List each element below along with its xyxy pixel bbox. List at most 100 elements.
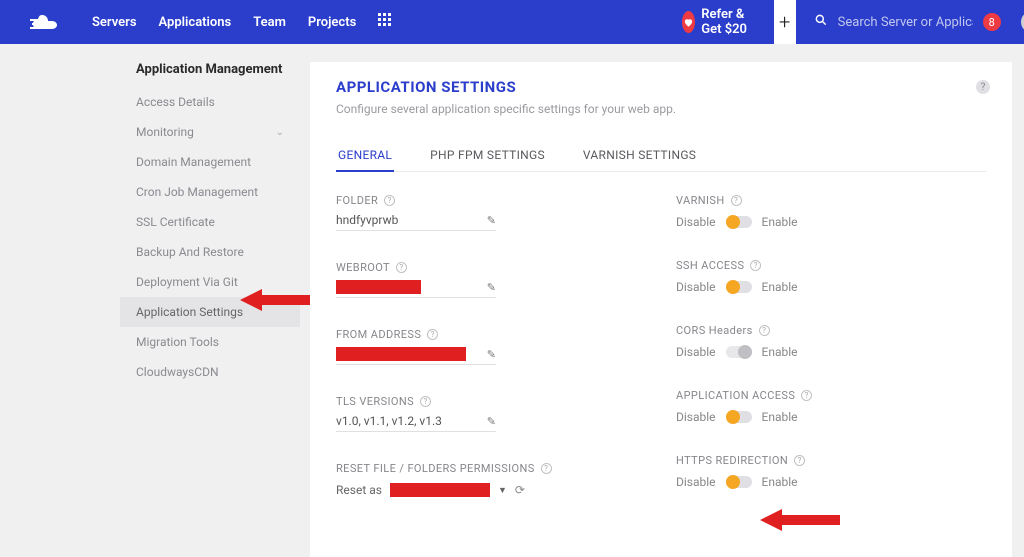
info-icon[interactable]: ? [750,260,761,271]
notifications-badge[interactable]: 8 [983,13,1001,31]
tab-varnish[interactable]: VARNISH SETTINGS [581,140,698,171]
info-icon[interactable]: ? [396,262,407,273]
annotation-arrow [240,287,310,313]
sidebar-item-label: Domain Management [136,155,251,169]
sidebar-item-label: Backup And Restore [136,245,244,259]
field-from-address: FROM ADDRESS? ✎ [336,328,636,365]
top-nav: Servers Applications Team Projects [92,15,356,30]
field-label: RESET FILE / FOLDERS PERMISSIONS [336,462,535,475]
tab-general[interactable]: GENERAL [336,140,394,172]
enable-label: Enable [762,215,798,229]
info-icon[interactable]: ? [384,195,395,206]
search-input[interactable] [838,15,973,30]
field-label: SSH ACCESS [676,259,744,272]
info-icon[interactable]: ? [801,390,812,401]
page-title: APPLICATION SETTINGS [336,78,986,96]
info-icon[interactable]: ? [794,455,805,466]
sidebar-item-backup-restore[interactable]: Backup And Restore [120,237,300,267]
enable-label: Enable [762,410,798,424]
field-label: APPLICATION ACCESS [676,389,795,402]
caret-down-icon[interactable]: ▼ [498,485,507,496]
field-label: WEBROOT [336,261,390,274]
field-ssh-access: SSH ACCESS? DisableEnable [676,259,986,294]
info-icon[interactable]: ? [731,195,742,206]
sidebar-item-label: Application Settings [136,305,243,319]
disable-label: Disable [676,475,716,489]
sidebar-item-monitoring[interactable]: Monitoring ⌄ [120,117,300,147]
nav-applications[interactable]: Applications [159,15,232,30]
edit-icon[interactable]: ✎ [487,281,496,294]
field-label: FOLDER [336,194,378,207]
field-folder: FOLDER? hndfyvprwb✎ [336,194,636,231]
apps-grid-icon[interactable] [378,13,392,31]
nav-servers[interactable]: Servers [92,15,137,30]
disable-label: Disable [676,410,716,424]
field-label: TLS VERSIONS [336,395,414,408]
sidebar-item-cloudwayscdn[interactable]: CloudwaysCDN [120,357,300,387]
appaccess-toggle[interactable] [726,411,752,423]
sidebar-item-label: Cron Job Management [136,185,258,199]
info-icon[interactable]: ? [759,325,770,336]
info-icon[interactable]: ? [420,396,431,407]
field-webroot: WEBROOT? ✎ [336,261,636,298]
content: ? APPLICATION SETTINGS Configure several… [310,62,1012,557]
sidebar-item-label: Access Details [136,95,215,109]
disable-label: Disable [676,280,716,294]
nav-projects[interactable]: Projects [308,15,356,30]
refer-button[interactable]: Refer & Get $20 [682,7,755,37]
sidebar-item-migration-tools[interactable]: Migration Tools [120,327,300,357]
chevron-down-icon: ⌄ [276,127,284,138]
heart-icon [682,11,695,33]
cors-toggle[interactable] [726,346,752,358]
edit-icon[interactable]: ✎ [487,415,496,428]
nav-team[interactable]: Team [253,15,286,30]
from-address-value [336,347,466,361]
field-label: CORS Headers [676,324,753,337]
sidebar-item-cron-job-management[interactable]: Cron Job Management [120,177,300,207]
help-icon[interactable]: ? [976,80,990,94]
logo[interactable] [30,12,74,32]
field-varnish: VARNISH? DisableEnable [676,194,986,229]
sidebar-item-label: Monitoring [136,125,194,139]
tabs: GENERAL PHP FPM SETTINGS VARNISH SETTING… [336,140,986,172]
search-box: 8 [800,0,1024,44]
search-icon [814,13,828,31]
ssh-toggle[interactable] [726,281,752,293]
sidebar-item-label: CloudwaysCDN [136,365,219,379]
field-reset-permissions: RESET FILE / FOLDERS PERMISSIONS? Reset … [336,462,636,497]
field-https-redirection: HTTPS REDIRECTION? Disable Enable [676,454,986,489]
field-label: HTTPS REDIRECTION [676,454,788,467]
refresh-icon[interactable]: ⟳ [515,483,525,497]
tls-value: v1.0, v1.1, v1.2, v1.3 [336,414,487,428]
reset-value [390,483,490,497]
field-application-access: APPLICATION ACCESS? Disable Enable [676,389,986,424]
sidebar-item-label: Deployment Via Git [136,275,238,289]
refer-label: Refer & Get $20 [701,7,755,37]
info-icon[interactable]: ? [541,463,552,474]
add-button[interactable]: + [774,0,796,44]
sidebar-item-access-details[interactable]: Access Details [120,87,300,117]
sidebar-item-label: SSL Certificate [136,215,215,229]
varnish-toggle[interactable] [726,216,752,228]
avatar[interactable] [1021,11,1024,33]
reset-prefix: Reset as [336,483,382,497]
sidebar-item-domain-management[interactable]: Domain Management [120,147,300,177]
disable-label: Disable [676,215,716,229]
enable-label: Enable [762,475,798,489]
sidebar-item-label: Migration Tools [136,335,219,349]
field-cors: CORS Headers? DisableEnable [676,324,986,359]
page-subtitle: Configure several application specific s… [336,102,986,116]
field-label: FROM ADDRESS [336,328,421,341]
info-icon[interactable]: ? [427,329,438,340]
field-tls-versions: TLS VERSIONS? v1.0, v1.1, v1.2, v1.3✎ [336,395,636,432]
edit-icon[interactable]: ✎ [487,214,496,227]
disable-label: Disable [676,345,716,359]
sidebar-title: Application Management [120,62,300,77]
sidebar-item-ssl-certificate[interactable]: SSL Certificate [120,207,300,237]
edit-icon[interactable]: ✎ [487,348,496,361]
folder-value: hndfyvprwb [336,213,487,227]
tab-php-fpm[interactable]: PHP FPM SETTINGS [428,140,547,171]
https-toggle[interactable] [726,476,752,488]
top-bar: Servers Applications Team Projects Refer… [0,0,1024,44]
annotation-arrow [760,507,840,533]
